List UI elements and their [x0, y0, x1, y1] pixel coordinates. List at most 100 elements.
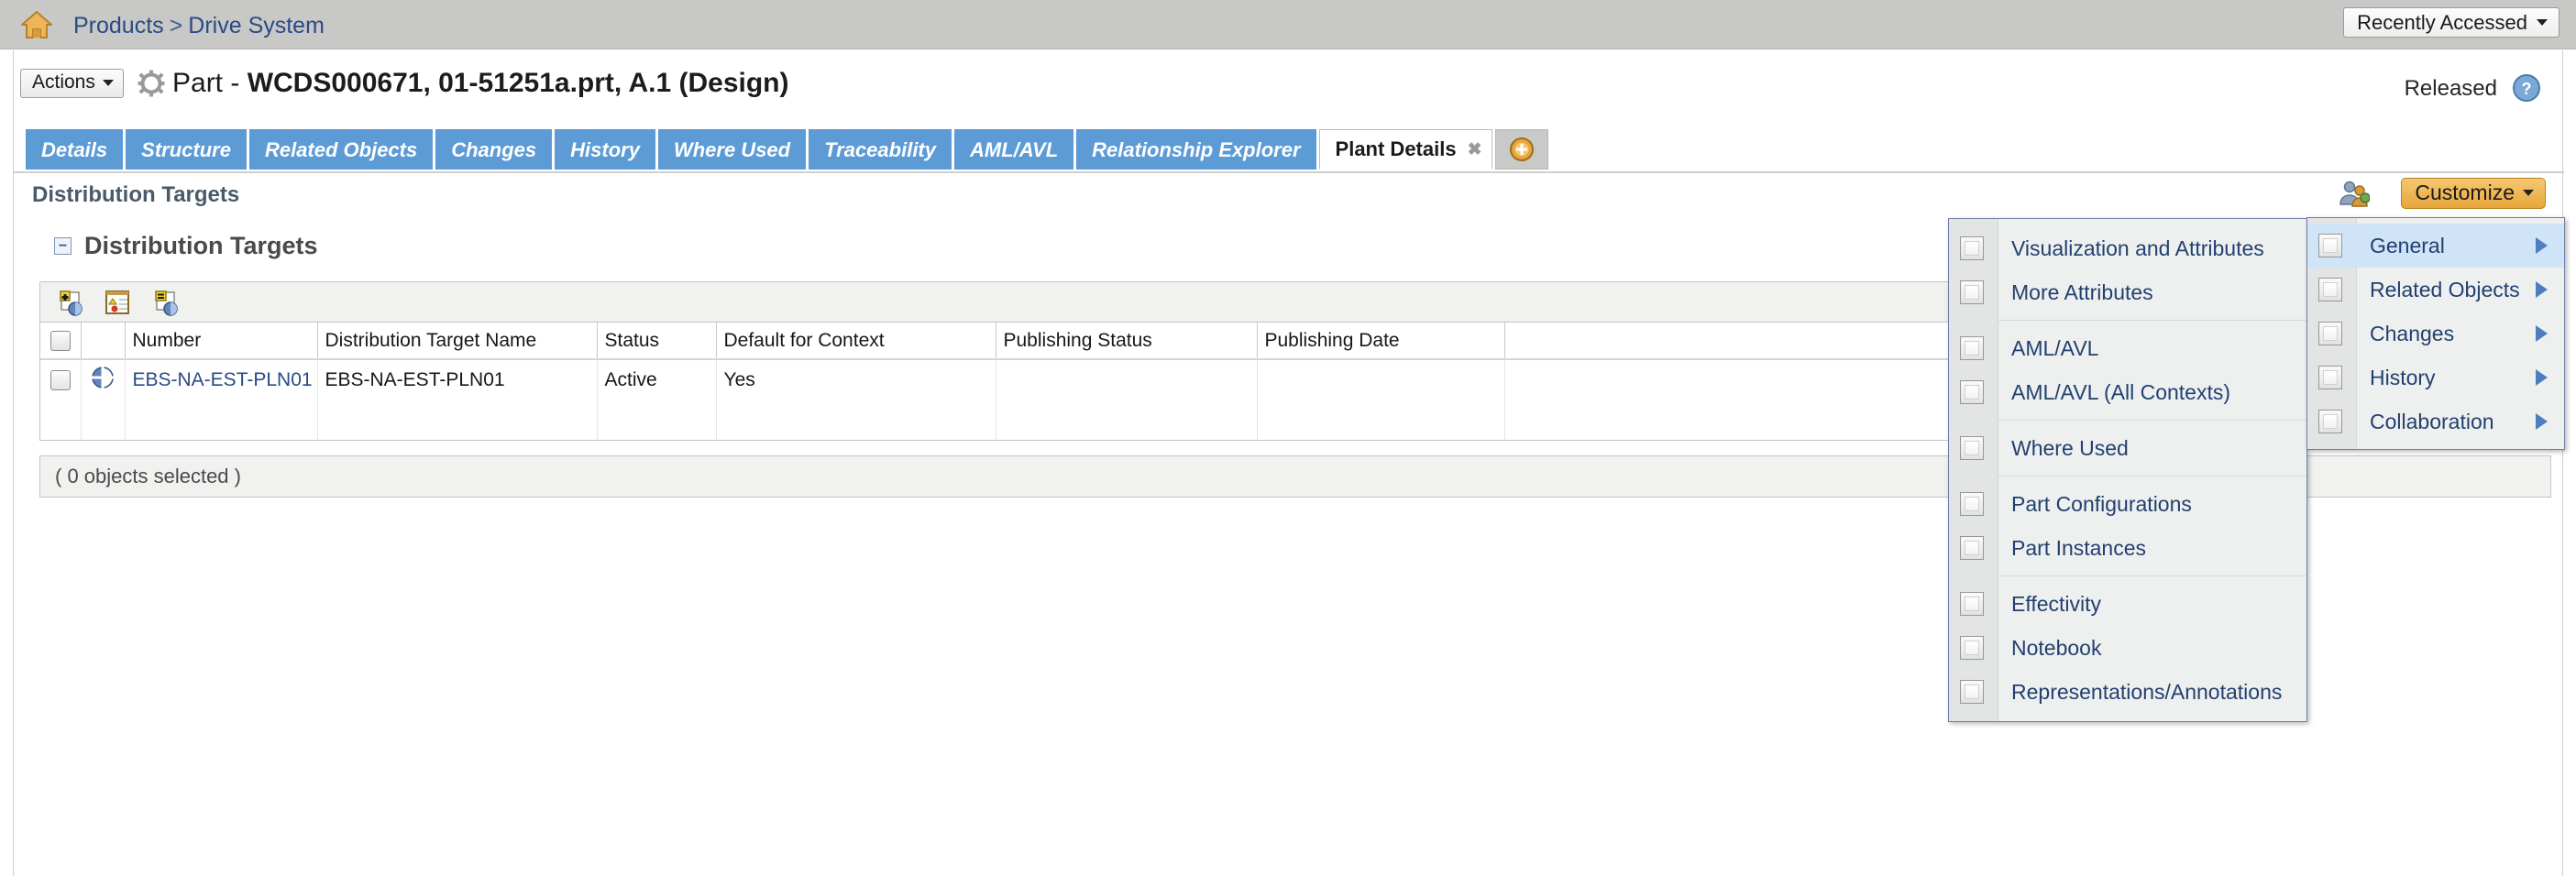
chevron-down-icon [2537, 19, 2548, 26]
tab-traceability[interactable]: Traceability [809, 129, 952, 170]
tab-label: Traceability [824, 137, 936, 161]
people-icon[interactable] [2339, 180, 2371, 207]
menu-item-checkbox[interactable] [2318, 322, 2342, 345]
tab-related-objects[interactable]: Related Objects [248, 129, 434, 170]
column-header-number[interactable]: Number [125, 323, 318, 360]
tab-label: Changes [451, 137, 537, 161]
column-header-pubdate[interactable]: Publishing Date [1257, 323, 1505, 360]
menu-item-label: General [2370, 233, 2445, 257]
tab-relationship-explorer[interactable]: Relationship Explorer [1076, 129, 1316, 170]
menu-item-label: AML/AVL (All Contexts) [2011, 379, 2231, 404]
home-icon[interactable] [20, 9, 53, 40]
menu-item-aml-avl-all-contexts-[interactable]: AML/AVL (All Contexts) [1949, 370, 2306, 414]
menu-item-more-attributes[interactable]: More Attributes [1949, 270, 2306, 314]
menu-item-checkbox[interactable] [2318, 366, 2342, 389]
general-submenu: Visualization and Attributes More Attribu… [1948, 218, 2307, 722]
column-header-status[interactable]: Status [597, 323, 717, 360]
tab-structure[interactable]: Structure [126, 129, 247, 170]
collapse-toggle-icon[interactable]: − [54, 237, 72, 255]
cell-name: EBS-NA-EST-PLN01 [317, 359, 598, 400]
chevron-down-icon [2523, 189, 2534, 196]
cell-publishing-status [996, 359, 1258, 400]
menu-item-checkbox[interactable] [2318, 234, 2342, 257]
empty-cell [597, 400, 717, 440]
menu-item-where-used[interactable]: Where Used [1949, 426, 2306, 470]
menu-item-checkbox[interactable] [1960, 436, 1984, 460]
column-header-default[interactable]: Default for Context [716, 323, 996, 360]
menu-item-checkbox[interactable] [1960, 680, 1984, 704]
add-distribution-target-icon[interactable] [55, 288, 84, 317]
menu-item-label: History [2370, 365, 2436, 389]
row-number-link[interactable]: EBS-NA-EST-PLN01 [133, 369, 313, 390]
section-bar: Distribution Targets Customize [13, 173, 2563, 215]
breadcrumb-current[interactable]: Drive System [188, 13, 325, 38]
menu-item-part-instances[interactable]: Part Instances [1949, 526, 2306, 570]
tab-history[interactable]: History [555, 129, 655, 170]
actions-button[interactable]: Actions [20, 69, 124, 98]
menu-item-general[interactable]: General [2307, 224, 2564, 268]
tab-changes[interactable]: Changes [435, 129, 553, 170]
tab-plant-details[interactable]: Plant Details ✖ [1318, 129, 1492, 170]
edit-distribution-target-icon[interactable] [103, 288, 132, 317]
help-icon[interactable]: ? [2512, 73, 2541, 103]
remove-distribution-target-icon[interactable] [150, 288, 180, 317]
add-tab-icon[interactable] [1494, 129, 1548, 170]
menu-item-checkbox[interactable] [1960, 592, 1984, 616]
panel-title: − Distribution Targets [54, 232, 318, 260]
column-header-name[interactable]: Distribution Target Name [317, 323, 598, 360]
menu-separator [1998, 575, 2306, 576]
menu-item-checkbox[interactable] [1960, 492, 1984, 516]
menu-item-part-configurations[interactable]: Part Configurations [1949, 482, 2306, 526]
tab-label: Where Used [673, 137, 791, 161]
menu-item-checkbox[interactable] [1960, 236, 1984, 260]
menu-item-effectivity[interactable]: Effectivity [1949, 582, 2306, 626]
close-icon[interactable]: ✖ [1468, 141, 1482, 159]
menu-item-checkbox[interactable] [1960, 536, 1984, 560]
svg-text:?: ? [2522, 80, 2532, 98]
menu-item-checkbox[interactable] [2318, 410, 2342, 433]
tab-aml-avl[interactable]: AML/AVL [954, 129, 1074, 170]
menu-item-label: Related Objects [2370, 277, 2520, 301]
empty-cell [716, 400, 996, 440]
menu-item-notebook[interactable]: Notebook [1949, 626, 2306, 670]
cell-number[interactable]: EBS-NA-EST-PLN01 [125, 359, 318, 400]
menu-item-label: Effectivity [2011, 591, 2101, 616]
select-all-checkbox[interactable] [50, 330, 71, 351]
object-type-label: Part - [172, 68, 248, 98]
column-header-pubstatus[interactable]: Publishing Status [996, 323, 1258, 360]
menu-item-checkbox[interactable] [1960, 380, 1984, 404]
menu-item-collaboration[interactable]: Collaboration [2307, 400, 2564, 443]
tab-strip: Details Structure Related Objects Changes Hi… [13, 126, 2564, 173]
menu-item-aml-avl[interactable]: AML/AVL [1949, 326, 2306, 370]
breadcrumb-root[interactable]: Products [73, 13, 164, 38]
menu-item-representations-annotations[interactable]: Representations/Annotations [1949, 670, 2306, 714]
row-select-cell[interactable] [40, 359, 82, 400]
row-checkbox[interactable] [50, 369, 71, 390]
menu-item-related-objects[interactable]: Related Objects [2307, 268, 2564, 312]
selection-status-label: ( 0 objects selected ) [55, 465, 241, 487]
menu-item-checkbox[interactable] [2318, 278, 2342, 301]
menu-item-history[interactable]: History [2307, 356, 2564, 400]
menu-separator [1998, 420, 2306, 421]
cell-status: Active [597, 359, 717, 400]
menu-item-visualization-and-attributes[interactable]: Visualization and Attributes [1949, 226, 2306, 270]
menu-item-checkbox[interactable] [1960, 336, 1984, 360]
icon-column-header [81, 323, 126, 360]
menu-item-label: Collaboration [2370, 409, 2494, 433]
customize-button[interactable]: Customize [2401, 178, 2546, 209]
tab-label: Details [41, 137, 108, 161]
menu-item-checkbox[interactable] [1960, 280, 1984, 304]
chevron-right-icon [2536, 237, 2548, 254]
tab-details[interactable]: Details [26, 129, 124, 170]
tab-label: Related Objects [264, 137, 418, 161]
recently-accessed-dropdown[interactable]: Recently Accessed [2343, 7, 2559, 38]
select-all-header[interactable] [40, 323, 82, 360]
empty-cell [996, 400, 1258, 440]
global-top-bar: Products > Drive System Recently Accessed [0, 0, 2576, 49]
status-badge: Released [2404, 76, 2497, 101]
menu-item-checkbox[interactable] [1960, 636, 1984, 660]
object-identity: WCDS000671, 01-51251a.prt, A.1 (Design) [247, 68, 789, 98]
menu-item-label: Notebook [2011, 635, 2102, 660]
tab-where-used[interactable]: Where Used [657, 129, 807, 170]
menu-item-changes[interactable]: Changes [2307, 312, 2564, 356]
